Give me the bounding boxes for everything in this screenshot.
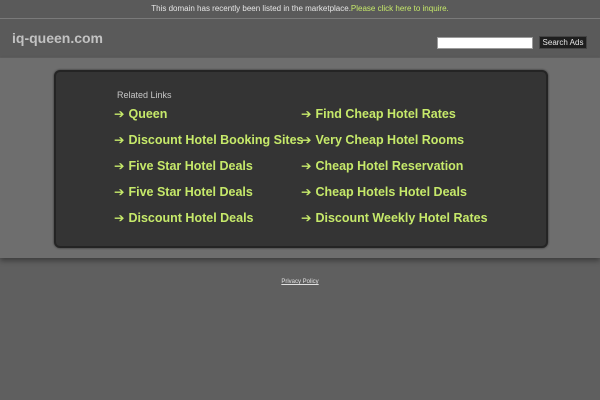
privacy-policy-link[interactable]: Privacy Policy	[0, 279, 600, 285]
domain-name: iq-queen.com	[12, 30, 104, 46]
arrow-right-icon: ➔	[114, 133, 125, 147]
related-link-discount-hotel-deals[interactable]: ➔ Discount Hotel Deals	[114, 210, 254, 225]
arrow-right-icon: ➔	[301, 211, 312, 225]
related-link-discount-hotel-booking-sites[interactable]: ➔ Discount Hotel Booking Sites	[114, 132, 304, 147]
arrow-right-icon: ➔	[301, 107, 312, 121]
related-link-discount-weekly-hotel-rates[interactable]: ➔ Discount Weekly Hotel Rates	[301, 210, 488, 225]
related-link-very-cheap-hotel-rooms[interactable]: ➔ Very Cheap Hotel Rooms	[301, 132, 464, 147]
search-input[interactable]	[437, 37, 533, 49]
arrow-right-icon: ➔	[301, 133, 312, 147]
link-label: Cheap Hotels Hotel Deals	[315, 185, 467, 199]
related-links-panel: Related Links ➔ Queen ➔ Discount Hotel Boo…	[54, 70, 548, 248]
related-link-five-star-hotel-deals-2[interactable]: ➔ Five Star Hotel Deals	[114, 184, 253, 199]
main-band: Related Links ➔ Queen ➔ Discount Hotel Boo…	[0, 58, 600, 258]
arrow-right-icon: ➔	[301, 185, 312, 199]
arrow-right-icon: ➔	[114, 159, 125, 173]
link-label: Find Cheap Hotel Rates	[315, 107, 456, 121]
related-links-heading: Related Links	[117, 90, 172, 100]
marketplace-notice-text: This domain has recently been listed in …	[151, 4, 351, 13]
related-link-five-star-hotel-deals[interactable]: ➔ Five Star Hotel Deals	[114, 158, 253, 173]
related-link-cheap-hotels-hotel-deals[interactable]: ➔ Cheap Hotels Hotel Deals	[301, 184, 467, 199]
link-label: Queen	[128, 107, 168, 121]
related-link-queen[interactable]: ➔ Queen	[114, 106, 167, 121]
arrow-right-icon: ➔	[114, 107, 125, 121]
link-label: Five Star Hotel Deals	[128, 185, 253, 199]
link-label: Discount Hotel Deals	[128, 211, 254, 225]
search-ads-button[interactable]: Search Ads	[539, 36, 587, 49]
related-link-find-cheap-hotel-rates[interactable]: ➔ Find Cheap Hotel Rates	[301, 106, 456, 121]
link-label: Five Star Hotel Deals	[128, 159, 253, 173]
arrow-right-icon: ➔	[114, 185, 125, 199]
link-label: Discount Hotel Booking Sites	[128, 133, 304, 147]
arrow-right-icon: ➔	[114, 211, 125, 225]
marketplace-notice-bar: This domain has recently been listed in …	[0, 0, 600, 19]
arrow-right-icon: ➔	[301, 159, 312, 173]
header: iq-queen.com Search Ads	[0, 19, 600, 57]
related-link-cheap-hotel-reservation[interactable]: ➔ Cheap Hotel Reservation	[301, 158, 463, 173]
inquire-link[interactable]: Please click here to inquire.	[351, 4, 449, 13]
link-label: Very Cheap Hotel Rooms	[315, 133, 465, 147]
link-label: Discount Weekly Hotel Rates	[315, 211, 488, 225]
link-label: Cheap Hotel Reservation	[315, 159, 464, 173]
